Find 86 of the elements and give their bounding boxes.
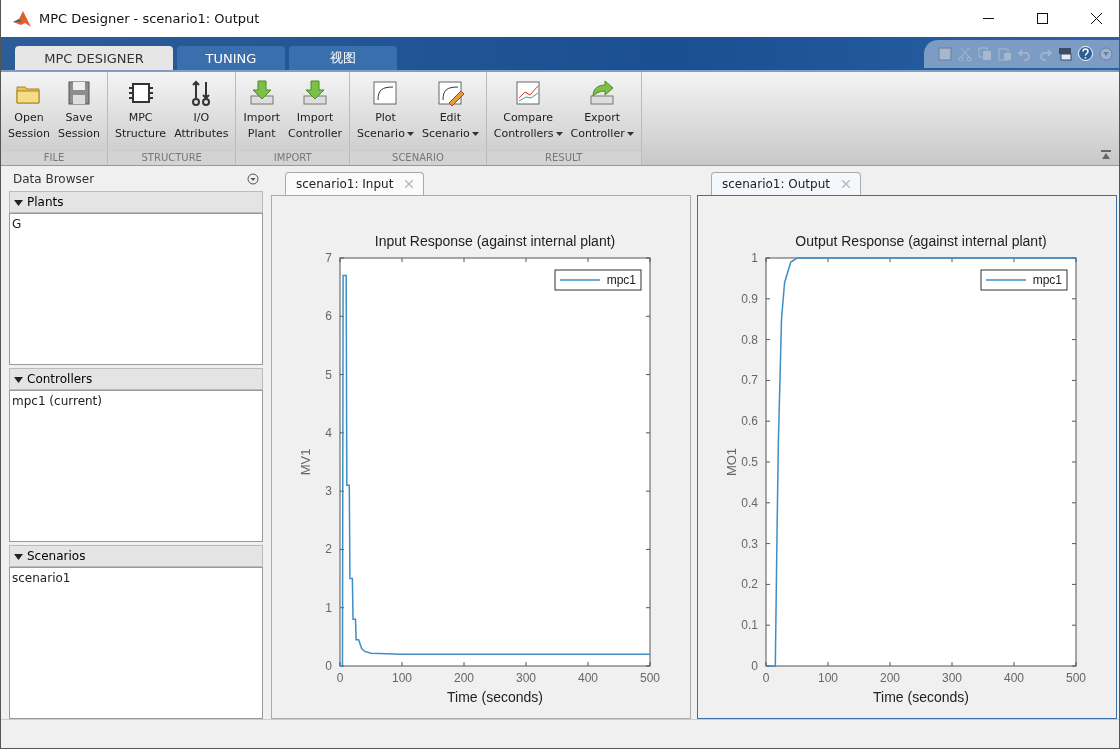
axis-tick-label: 6 <box>325 309 332 324</box>
section-header[interactable]: Controllers <box>9 368 263 390</box>
undo-icon[interactable] <box>1018 46 1032 61</box>
axis-tick-label: 1 <box>751 251 758 265</box>
ribbon-button[interactable]: Import Controller <box>284 76 346 142</box>
paste-icon[interactable] <box>998 46 1012 61</box>
axis-tick-label: 400 <box>1004 671 1024 685</box>
redo-icon[interactable] <box>1038 46 1052 61</box>
axis-tick-label: 200 <box>454 671 474 685</box>
axis-tick-label: 1 <box>325 600 332 615</box>
peak-logo-icon <box>13 10 31 27</box>
axis-tick-label: 0.1 <box>741 618 758 633</box>
axis-tick-label: 300 <box>516 671 536 685</box>
axis-tick-label: 0 <box>325 659 332 673</box>
axis-tick-label: 0 <box>751 659 758 673</box>
axis-tick-label: 0.6 <box>741 414 758 429</box>
axis-tick-label: 4 <box>325 425 332 440</box>
axis-tick-label: 100 <box>392 671 412 685</box>
document-tab[interactable]: scenario1: Input <box>285 172 425 195</box>
chart-title: Output Response (against internal plant) <box>795 233 1047 249</box>
axis-label: Time (seconds) <box>873 689 969 705</box>
axis-tick-label: 0.7 <box>741 373 758 388</box>
axis-tick-label: 300 <box>942 671 962 685</box>
close-icon <box>1090 13 1102 24</box>
group-label: STRUCTURE <box>107 150 236 165</box>
axis-tick-label: 5 <box>325 367 332 382</box>
ribbon-button[interactable]: MPC Structure <box>111 76 170 142</box>
minimize-icon <box>982 18 994 19</box>
scissors-icon[interactable] <box>958 46 972 61</box>
legend-label: mpc1 <box>1032 273 1062 287</box>
chart-title: Input Response (against internal plant) <box>374 233 616 249</box>
axis-tick-label: 500 <box>640 671 660 685</box>
collapse-icon[interactable] <box>1101 150 1111 159</box>
ribbon-button[interactable]: Import Plant <box>240 76 283 142</box>
axis-label: MO1 <box>724 447 739 477</box>
panel-title: Data Browser <box>13 172 95 186</box>
legend-label: mpc1 <box>606 273 636 287</box>
axis-tick-label: 7 <box>325 251 332 265</box>
ribbon-button[interactable]: Export Controller <box>567 76 637 142</box>
ribbon-button[interactable]: Plot Scenario <box>354 76 417 142</box>
axis-tick-label: 0.9 <box>741 291 758 306</box>
legend-line <box>985 279 1027 281</box>
axis-label: MV1 <box>298 448 313 476</box>
axis-tick-label: 0.4 <box>741 495 758 510</box>
document-tab[interactable]: scenario1: Output <box>711 172 861 195</box>
axis-tick-label: 0.3 <box>741 536 758 551</box>
section-header[interactable]: Scenarios <box>9 545 263 567</box>
axis-tick-label: 400 <box>578 671 598 685</box>
maximize-icon <box>1036 13 1048 24</box>
legend-line <box>559 279 601 281</box>
axis-tick-label: 3 <box>325 484 332 499</box>
ribbon-tab[interactable]: TUNING <box>177 46 285 70</box>
ribbon-button[interactable]: I/O Attributes <box>171 76 232 142</box>
axis-tick-label: 500 <box>1066 671 1086 685</box>
axis-label: Time (seconds) <box>447 689 543 705</box>
section-header[interactable]: Plants <box>9 191 263 213</box>
ribbon-tab[interactable]: 视图 <box>289 46 397 70</box>
windows-icon[interactable] <box>1058 46 1072 61</box>
axis-tick-label: 0.8 <box>741 332 758 347</box>
axis-tick-label: 0 <box>336 671 344 685</box>
ribbon-button[interactable]: Compare Controllers <box>490 76 566 142</box>
close-icon[interactable] <box>405 180 414 188</box>
list-item[interactable]: scenario1 <box>12 571 260 585</box>
axis-tick-label: 200 <box>880 671 900 685</box>
group-label: FILE <box>1 150 107 165</box>
ribbon-button[interactable]: Save Session <box>55 76 103 142</box>
help-icon[interactable] <box>1078 46 1093 61</box>
list-item[interactable]: mpc1 (current) <box>12 394 260 408</box>
copy-icon[interactable] <box>978 46 992 61</box>
axis-tick-label: 0.5 <box>741 455 758 469</box>
group-label: RESULT <box>486 150 641 165</box>
close-icon[interactable] <box>842 180 850 188</box>
dropdown-icon[interactable] <box>247 173 259 185</box>
download-arrow-icon <box>300 78 330 108</box>
axis-tick-label: 100 <box>818 671 838 685</box>
group-label: IMPORT <box>236 150 350 165</box>
ribbon-button[interactable]: Open Session <box>5 76 53 142</box>
list-item[interactable]: G <box>12 217 260 231</box>
axis-tick-label: 0.2 <box>741 577 758 592</box>
ribbon-tab[interactable]: MPC DESIGNER <box>15 46 173 70</box>
group-label: SCENARIO <box>350 150 486 165</box>
axis-tick-label: 2 <box>325 542 332 557</box>
window-title: MPC Designer - scenario1: Output <box>39 11 261 26</box>
plot-pencil-icon <box>435 78 466 108</box>
ribbon-button[interactable]: Edit Scenario <box>418 76 482 142</box>
axis-tick-label: 0 <box>762 671 770 685</box>
